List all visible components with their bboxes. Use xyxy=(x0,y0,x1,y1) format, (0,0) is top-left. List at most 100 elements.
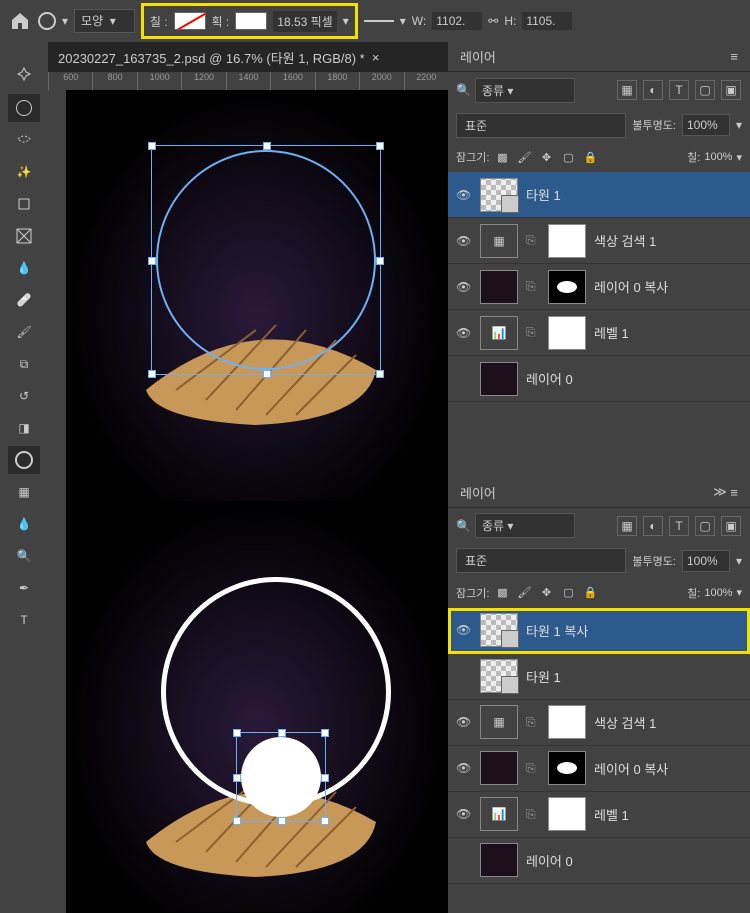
layer-mask-thumbnail[interactable] xyxy=(548,270,586,304)
layer-name[interactable]: 타원 1 xyxy=(526,185,742,204)
layer-mask-thumbnail[interactable] xyxy=(548,224,586,258)
link-wh-icon[interactable]: ⚯ xyxy=(488,14,498,28)
move-tool[interactable] xyxy=(8,62,40,90)
layer-thumbnail[interactable] xyxy=(480,362,518,396)
layer-row[interactable]: 👁 📊 ⎘ 레벨 1 xyxy=(448,310,750,356)
lock-position-icon[interactable]: ✥ xyxy=(537,584,555,602)
layer-thumbnail[interactable] xyxy=(480,178,518,212)
layer-name[interactable]: 레이어 0 xyxy=(526,369,742,388)
eyedropper-tool[interactable]: 💧 xyxy=(8,254,40,282)
layers-panel-header[interactable]: 레이어≡ xyxy=(448,42,750,72)
visibility-toggle-icon[interactable]: 👁 xyxy=(456,807,472,821)
height-input[interactable]: 1105. xyxy=(522,12,572,30)
ellipse-tool-indicator[interactable] xyxy=(38,12,56,30)
layer-row[interactable]: 👁 ⎘ 레이어 0 복사 xyxy=(448,264,750,310)
layer-row-highlighted[interactable]: 👁 타원 1 복사 xyxy=(448,608,750,654)
filter-image-icon[interactable]: ▦ xyxy=(617,516,637,536)
adjustment-icon-thumbnail[interactable]: 📊 xyxy=(480,316,518,350)
lock-transparency-icon[interactable]: ▩ xyxy=(493,148,511,166)
panel-menu-icon[interactable]: ≡ xyxy=(730,49,738,64)
layer-name[interactable]: 색상 검색 1 xyxy=(594,713,742,732)
layer-name[interactable]: 레벨 1 xyxy=(594,323,742,342)
fill-opacity-input[interactable]: 100% xyxy=(704,151,732,163)
canvas-bottom[interactable] xyxy=(66,502,448,913)
layer-row[interactable]: 👁 📊 ⎘ 레벨 1 xyxy=(448,792,750,838)
layer-row[interactable]: 👁 ▦ ⎘ 색상 검색 1 xyxy=(448,218,750,264)
visibility-toggle-icon[interactable]: 👁 xyxy=(456,188,472,202)
filter-type-icon[interactable]: T xyxy=(669,516,689,536)
layer-row[interactable]: 👁 타원 1 xyxy=(448,654,750,700)
document-tab[interactable]: 20230227_163735_2.psd @ 16.7% (타원 1, RGB… xyxy=(48,42,448,72)
lock-transparency-icon[interactable]: ▩ xyxy=(493,584,511,602)
blur-tool[interactable]: 💧 xyxy=(8,510,40,538)
layers-panel-header-2[interactable]: 레이어≫ ≡ xyxy=(448,478,750,508)
visibility-toggle-icon[interactable]: 👁 xyxy=(456,715,472,729)
visibility-toggle-icon[interactable]: 👁 xyxy=(456,761,472,775)
filter-smartobject-icon[interactable]: ▣ xyxy=(721,80,741,100)
adjustment-icon-thumbnail[interactable]: ▦ xyxy=(480,224,518,258)
fill-opacity-input[interactable]: 100% xyxy=(704,587,732,599)
filter-type-icon[interactable]: T xyxy=(669,80,689,100)
history-brush-tool[interactable]: ↺ xyxy=(8,382,40,410)
lasso-tool[interactable] xyxy=(8,126,40,154)
layer-filter-dropdown[interactable]: 종류 ▾ xyxy=(475,78,575,103)
frame-tool[interactable] xyxy=(8,222,40,250)
layer-row[interactable]: 👁 타원 1 xyxy=(448,172,750,218)
ellipse-marquee-tool[interactable] xyxy=(8,94,40,122)
stroke-style-dropdown[interactable] xyxy=(364,20,394,22)
layer-thumbnail[interactable] xyxy=(480,843,518,877)
filter-shape-icon[interactable]: ▢ xyxy=(695,516,715,536)
small-selection-box[interactable] xyxy=(236,732,326,822)
blend-mode-dropdown[interactable]: 표준 xyxy=(456,113,626,138)
lock-position-icon[interactable]: ✥ xyxy=(537,148,555,166)
layer-name[interactable]: 레벨 1 xyxy=(594,805,742,824)
clone-stamp-tool[interactable]: ⧉ xyxy=(8,350,40,378)
visibility-toggle-icon[interactable]: 👁 xyxy=(456,280,472,294)
stroke-swatch[interactable] xyxy=(235,12,267,30)
panel-menu-icon[interactable]: ≡ xyxy=(730,485,738,500)
layer-mask-thumbnail[interactable] xyxy=(548,316,586,350)
opacity-input[interactable]: 100% xyxy=(682,114,730,136)
layer-thumbnail[interactable] xyxy=(480,613,518,647)
crop-tool[interactable] xyxy=(8,190,40,218)
layer-thumbnail[interactable] xyxy=(480,751,518,785)
layer-name[interactable]: 색상 검색 1 xyxy=(594,231,742,250)
layer-mask-thumbnail[interactable] xyxy=(548,797,586,831)
layer-name[interactable]: 레이어 0 복사 xyxy=(594,277,742,296)
fill-swatch[interactable] xyxy=(174,12,206,30)
layer-name[interactable]: 타원 1 xyxy=(526,667,742,686)
filter-adjustment-icon[interactable]: ◐ xyxy=(643,516,663,536)
filter-adjustment-icon[interactable]: ◐ xyxy=(643,80,663,100)
width-input[interactable]: 1102. xyxy=(432,12,482,30)
pen-tool[interactable]: ✒ xyxy=(8,574,40,602)
lock-all-icon[interactable]: 🔒 xyxy=(581,584,599,602)
filter-shape-icon[interactable]: ▢ xyxy=(695,80,715,100)
layer-thumbnail[interactable] xyxy=(480,270,518,304)
healing-brush-tool[interactable]: 🩹 xyxy=(8,286,40,314)
layer-filter-dropdown[interactable]: 종류 ▾ xyxy=(475,513,575,538)
lock-pixels-icon[interactable]: 🖌 xyxy=(515,584,533,602)
layer-name[interactable]: 레이어 0 xyxy=(526,851,742,870)
blend-mode-dropdown[interactable]: 표준 xyxy=(456,548,626,573)
shape-mode-dropdown[interactable]: 모양 ▾ xyxy=(74,9,135,33)
visibility-toggle-icon[interactable]: 👁 xyxy=(456,623,472,637)
type-tool[interactable]: T xyxy=(8,606,40,634)
layer-row[interactable]: 👁 ▦ ⎘ 색상 검색 1 xyxy=(448,700,750,746)
layer-mask-thumbnail[interactable] xyxy=(548,751,586,785)
ellipse-shape-path[interactable] xyxy=(156,150,376,370)
ellipse-shape-tool[interactable] xyxy=(8,446,40,474)
opacity-input[interactable]: 100% xyxy=(682,550,730,572)
canvas-top[interactable] xyxy=(66,90,448,502)
layer-thumbnail[interactable] xyxy=(480,659,518,693)
gradient-tool[interactable]: ▦ xyxy=(8,478,40,506)
layer-name[interactable]: 타원 1 복사 xyxy=(526,621,742,640)
dropdown-caret-icon[interactable]: ▾ xyxy=(343,14,349,28)
adjustment-icon-thumbnail[interactable]: ▦ xyxy=(480,705,518,739)
adjustment-icon-thumbnail[interactable]: 📊 xyxy=(480,797,518,831)
lock-pixels-icon[interactable]: 🖌 xyxy=(515,148,533,166)
layer-row[interactable]: 👁 레이어 0 xyxy=(448,356,750,402)
eraser-tool[interactable]: ◨ xyxy=(8,414,40,442)
lock-artboard-icon[interactable]: ▢ xyxy=(559,148,577,166)
layer-name[interactable]: 레이어 0 복사 xyxy=(594,759,742,778)
home-button[interactable] xyxy=(8,9,32,33)
